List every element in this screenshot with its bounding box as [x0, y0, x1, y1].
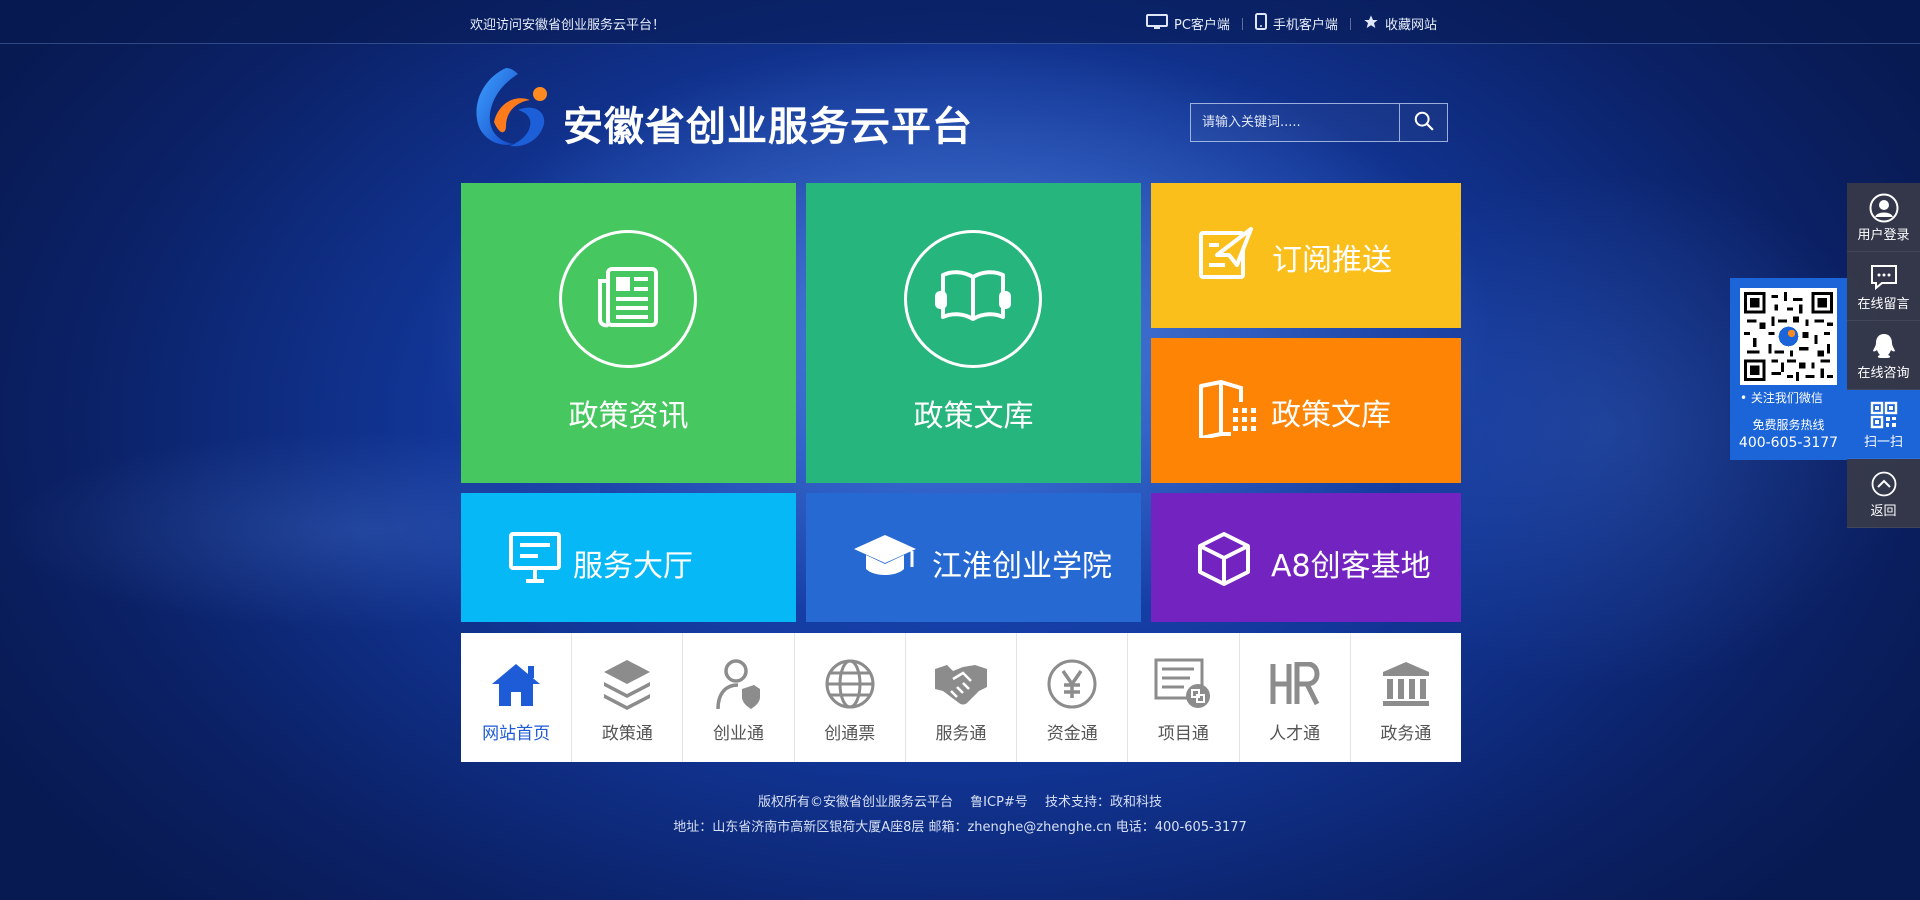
nav-label: 项目通 [1157, 724, 1209, 744]
nav-label: 创业通 [713, 724, 765, 744]
nav-item-funds[interactable]: 资金通 [1017, 633, 1129, 762]
hr-icon [1265, 657, 1325, 711]
side-label: 在线咨询 [1857, 365, 1910, 381]
search-button[interactable] [1399, 104, 1447, 141]
nav-label: 政策通 [601, 724, 653, 744]
side-scan[interactable]: 扫一扫 [1847, 390, 1920, 459]
pc-client-link[interactable]: PC客户端 [1146, 13, 1230, 34]
tile-icon-circle [559, 230, 697, 368]
government-building-icon [1376, 657, 1436, 711]
graduation-cap-icon [852, 533, 918, 585]
tile-icon-circle [904, 230, 1042, 368]
side-label: 扫一扫 [1863, 434, 1903, 450]
qq-icon [1871, 330, 1897, 362]
wechat-qr-code [1740, 288, 1837, 385]
side-label: 用户登录 [1857, 227, 1910, 243]
tile-label: 政策资讯 [568, 399, 689, 434]
user-icon [1869, 192, 1899, 224]
hotline-label: 免费服务热线 [1752, 418, 1825, 432]
message-icon [1870, 261, 1898, 293]
yen-icon [1042, 657, 1102, 711]
site-title: 安徽省创业服务云平台 [563, 104, 973, 150]
divider [1349, 17, 1351, 30]
divider [1241, 17, 1243, 30]
side-message[interactable]: 在线留言 [1847, 252, 1920, 321]
side-float-toolbar: 用户登录 在线留言 在线咨询 扫一扫 返回 [1847, 183, 1920, 528]
hotline-number: 400-605-3177 [1738, 435, 1839, 451]
top-links: PC客户端 手机客户端 收藏网站 [1146, 13, 1437, 34]
tile-jianghuai-academy[interactable]: 江淮创业学院 [806, 493, 1141, 622]
nav-item-home[interactable]: 网站首页 [461, 633, 573, 762]
tile-label: 政策文库 [1271, 398, 1391, 433]
footer-contact: 地址：山东省济南市高新区银荷大厦A座8层 邮箱：zhenghe@zhenghe.… [673, 820, 1247, 835]
pc-client-label: PC客户端 [1174, 18, 1230, 33]
site-logo[interactable] [466, 64, 556, 154]
nav-item-ticket[interactable]: 创通票 [795, 633, 906, 762]
nav-item-startup[interactable]: 创业通 [683, 633, 795, 762]
nav-item-policy[interactable]: 政策通 [572, 633, 684, 762]
nav-label: 人才通 [1269, 724, 1321, 744]
project-list-icon [1153, 657, 1213, 711]
search-input[interactable] [1191, 104, 1399, 141]
paper-plane-icon [1197, 225, 1253, 285]
nav-item-talent[interactable]: 人才通 [1240, 633, 1351, 762]
tile-policy-news[interactable]: 政策资讯 [461, 183, 796, 483]
search-icon [1413, 110, 1435, 136]
star-icon [1363, 14, 1379, 34]
bookmark-site-label: 收藏网站 [1384, 18, 1437, 33]
top-bar: 欢迎访问安徽省创业服务云平台！ PC客户端 手机客户端 收藏网站 [0, 0, 1920, 44]
nav-label: 服务通 [935, 724, 987, 744]
nav-label: 政务通 [1380, 724, 1432, 744]
nav-item-project[interactable]: 项目通 [1128, 633, 1240, 762]
side-label: 返回 [1870, 503, 1897, 519]
handshake-icon [931, 657, 991, 711]
wechat-qr-panel: • 关注我们微信 免费服务热线 400-605-3177 [1730, 278, 1847, 460]
nav-item-service[interactable]: 服务通 [906, 633, 1018, 762]
presentation-board-icon [508, 531, 562, 587]
bottom-nav: 网站首页 政策通 创业通 创通票 服务通 资金通 项目通 人才通 政务通 [461, 633, 1461, 762]
welcome-text: 欢迎访问安徽省创业服务云平台！ [470, 18, 666, 33]
search-box [1190, 103, 1448, 142]
side-consult[interactable]: 在线咨询 [1847, 321, 1920, 390]
book-grid-icon [1197, 380, 1257, 442]
tile-policy-library-2[interactable]: 政策文库 [1151, 338, 1461, 483]
side-user-login[interactable]: 用户登录 [1847, 183, 1920, 252]
open-book-icon [933, 267, 1013, 331]
tile-subscribe[interactable]: 订阅推送 [1151, 183, 1461, 328]
cube-icon [1196, 531, 1252, 591]
mobile-client-link[interactable]: 手机客户端 [1254, 13, 1338, 34]
tile-policy-library[interactable]: 政策文库 [806, 183, 1141, 483]
monitor-icon [1146, 13, 1168, 34]
user-shield-icon [709, 657, 769, 711]
nav-item-government[interactable]: 政务通 [1351, 633, 1461, 762]
tile-label: 服务大厅 [573, 549, 693, 584]
home-icon [486, 657, 546, 711]
mobile-icon [1254, 13, 1267, 34]
mobile-client-label: 手机客户端 [1272, 18, 1338, 33]
tile-service-hall[interactable]: 服务大厅 [461, 493, 796, 622]
nav-label: 网站首页 [482, 724, 551, 744]
tile-a8-base[interactable]: A8创客基地 [1151, 493, 1461, 622]
back-to-top-icon [1871, 468, 1897, 500]
nav-label: 创通票 [824, 724, 876, 744]
layers-icon [597, 657, 657, 711]
side-label: 在线留言 [1857, 296, 1910, 312]
tile-label: 政策文库 [913, 399, 1034, 434]
tile-label: 订阅推送 [1272, 243, 1392, 278]
wechat-follow-caption: • 关注我们微信 [1740, 391, 1823, 405]
bookmark-site-link[interactable]: 收藏网站 [1363, 14, 1437, 34]
nav-label: 资金通 [1046, 724, 1098, 744]
tile-label: 江淮创业学院 [932, 549, 1112, 584]
globe-icon [820, 657, 880, 711]
footer-copyright: 版权所有©安徽省创业服务云平台 鲁ICP#号 技术支持：政和科技 [758, 795, 1162, 810]
side-back-to-top[interactable]: 返回 [1847, 459, 1920, 528]
newspaper-icon [594, 265, 662, 333]
qr-code-icon [1870, 399, 1898, 431]
tile-label: A8创客基地 [1271, 549, 1431, 584]
